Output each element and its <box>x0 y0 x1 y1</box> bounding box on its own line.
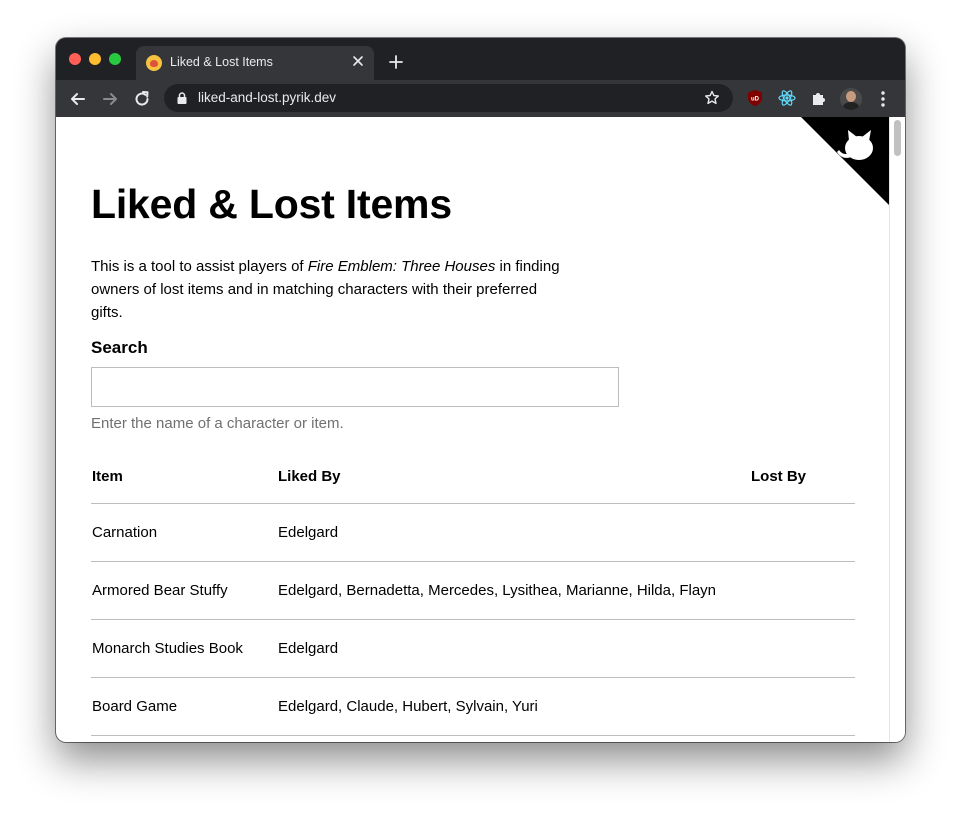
item-cell: Carnation <box>91 503 277 562</box>
lost-by-cell <box>750 619 855 678</box>
liked-by-cell: Edelgard, Bernadetta, Mercedes, Lysithea… <box>277 561 750 620</box>
close-window-button[interactable] <box>69 53 81 65</box>
more-menu-icon[interactable] <box>876 89 890 109</box>
column-header-lost-by: Lost By <box>750 450 855 504</box>
back-arrow-icon[interactable] <box>68 89 88 109</box>
lock-icon[interactable] <box>176 92 188 104</box>
puzzle-icon[interactable] <box>810 89 828 107</box>
search-hint: Enter the name of a character or item. <box>91 415 344 432</box>
item-cell: Armored Bear Stuffy <box>91 561 277 620</box>
liked-by-cell: Edelgard <box>277 503 750 562</box>
address-bar[interactable]: liked-and-lost.pyrik.dev <box>164 84 733 112</box>
game-title: Fire Emblem: Three Houses <box>307 258 496 275</box>
forward-arrow-icon[interactable] <box>100 89 120 109</box>
lost-by-cell <box>750 503 855 562</box>
site-favicon-icon <box>146 55 162 71</box>
item-cell: Monarch Studies Book <box>91 619 277 678</box>
items-table: Item Liked By Lost By Carnation Edelgard… <box>91 450 855 736</box>
table-row: Carnation Edelgard <box>91 503 855 562</box>
tab-title: Liked & Lost Items <box>170 55 273 69</box>
lost-by-cell <box>750 677 855 736</box>
close-tab-icon[interactable] <box>351 54 365 68</box>
tab-strip: Liked & Lost Items <box>56 38 905 80</box>
liked-by-cell: Edelgard <box>277 619 750 678</box>
profile-avatar[interactable] <box>840 88 862 110</box>
intro-paragraph: This is a tool to assist players of Fire… <box>91 255 561 324</box>
maximize-window-button[interactable] <box>109 53 121 65</box>
scrollbar-track[interactable] <box>889 117 905 742</box>
table-row: Board Game Edelgard, Claude, Hubert, Syl… <box>91 677 855 736</box>
page-title: Liked & Lost Items <box>91 181 452 227</box>
browser-tab[interactable]: Liked & Lost Items <box>136 46 374 80</box>
lost-by-cell <box>750 561 855 620</box>
table-row: Armored Bear Stuffy Edelgard, Bernadetta… <box>91 561 855 620</box>
page-content: Liked & Lost Items This is a tool to ass… <box>56 117 905 742</box>
intro-text-before: This is a tool to assist players of <box>91 258 308 275</box>
url-text[interactable]: liked-and-lost.pyrik.dev <box>198 90 336 105</box>
browser-toolbar: liked-and-lost.pyrik.dev uD <box>56 80 905 117</box>
column-header-item: Item <box>91 450 277 504</box>
svg-text:uD: uD <box>751 97 760 103</box>
search-input[interactable] <box>91 367 619 407</box>
github-corner-icon[interactable] <box>801 117 889 205</box>
column-header-liked-by: Liked By <box>277 450 750 504</box>
liked-by-cell: Edelgard, Claude, Hubert, Sylvain, Yuri <box>277 677 750 736</box>
bookmark-star-icon[interactable] <box>704 90 720 106</box>
table-header-row: Item Liked By Lost By <box>91 450 855 504</box>
browser-window: Liked & Lost Items liked-and-lost.pyrik.… <box>56 38 905 742</box>
minimize-window-button[interactable] <box>89 53 101 65</box>
item-cell: Board Game <box>91 677 277 736</box>
table-row: Monarch Studies Book Edelgard <box>91 619 855 678</box>
ublock-origin-icon[interactable]: uD <box>746 89 764 107</box>
search-label: Search <box>91 338 148 357</box>
scrollbar-thumb[interactable] <box>894 120 901 156</box>
reload-icon[interactable] <box>132 89 152 109</box>
new-tab-icon[interactable] <box>388 54 404 70</box>
react-devtools-icon[interactable] <box>778 89 796 107</box>
